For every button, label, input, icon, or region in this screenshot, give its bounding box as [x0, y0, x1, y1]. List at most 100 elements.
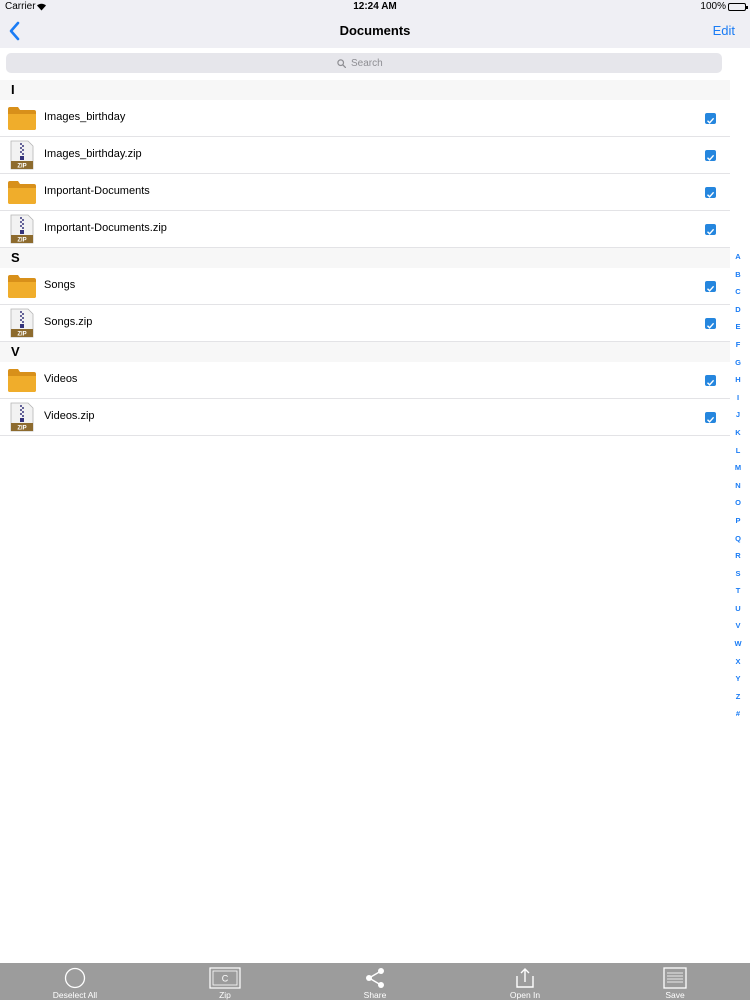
checkbox[interactable]	[705, 281, 716, 292]
item-name: Videos.zip	[44, 410, 95, 422]
index-letter-e[interactable]: E	[731, 322, 745, 340]
index-letter-r[interactable]: R	[731, 551, 745, 569]
index-letter-hash[interactable]: #	[731, 709, 745, 727]
search-icon	[337, 58, 346, 68]
list-item[interactable]: Songs	[0, 268, 730, 305]
folder-icon	[8, 275, 36, 298]
save-icon	[663, 967, 687, 989]
index-letter-u[interactable]: U	[731, 604, 745, 622]
search-area	[0, 48, 730, 78]
item-name: Important-Documents.zip	[44, 222, 167, 234]
checkmark-icon	[707, 416, 715, 423]
checkbox[interactable]	[705, 187, 716, 198]
index-letter-p[interactable]: P	[731, 516, 745, 534]
circle-icon	[64, 967, 86, 989]
share-icon	[366, 968, 384, 988]
checkbox[interactable]	[705, 150, 716, 161]
index-letter-t[interactable]: T	[731, 586, 745, 604]
back-button[interactable]	[6, 20, 26, 42]
index-letter-z[interactable]: Z	[731, 692, 745, 710]
list-item[interactable]: ZIP Images_birthday.zip	[0, 137, 730, 174]
index-letter-i[interactable]: I	[731, 393, 745, 411]
checkbox[interactable]	[705, 412, 716, 423]
item-name: Images_birthday.zip	[44, 148, 142, 160]
search-input[interactable]	[351, 57, 391, 69]
status-time: 12:24 AM	[353, 1, 397, 12]
index-letter-m[interactable]: M	[731, 463, 745, 481]
save-label: Save	[665, 990, 685, 1000]
save-button[interactable]: Save	[615, 963, 735, 1000]
index-letter-h[interactable]: H	[731, 375, 745, 393]
deselect-all-button[interactable]: Deselect All	[15, 963, 135, 1000]
edit-button[interactable]: Edit	[713, 23, 735, 38]
zip-label: Zip	[219, 990, 231, 1000]
index-letter-l[interactable]: L	[731, 446, 745, 464]
checkmark-icon	[707, 117, 715, 124]
index-letter-y[interactable]: Y	[731, 674, 745, 692]
section-header-v: V	[0, 342, 730, 362]
item-name: Videos	[44, 373, 78, 385]
zip-badge: ZIP	[17, 164, 26, 170]
checkmark-icon	[707, 191, 715, 198]
index-letter-n[interactable]: N	[731, 481, 745, 499]
checkmark-icon	[707, 228, 715, 235]
section-index: A B C D E F G H I J K L M N O P Q R S T …	[731, 252, 745, 727]
item-name: Important-Documents	[44, 185, 150, 197]
zip-file-icon: ZIP	[10, 308, 34, 338]
search-bar[interactable]	[6, 53, 722, 73]
share-label: Share	[363, 990, 387, 1000]
zip-file-icon: ZIP	[10, 402, 34, 432]
checkmark-icon	[707, 154, 715, 161]
checkbox[interactable]	[705, 375, 716, 386]
open-in-label: Open In	[509, 990, 541, 1000]
checkbox[interactable]	[705, 224, 716, 235]
share-button[interactable]: Share	[315, 963, 435, 1000]
index-letter-g[interactable]: G	[731, 358, 745, 376]
list-item[interactable]: Important-Documents	[0, 174, 730, 211]
list-item[interactable]: ZIP Important-Documents.zip	[0, 211, 730, 248]
folder-icon	[8, 107, 36, 130]
item-name: Images_birthday	[44, 111, 126, 123]
zip-badge: ZIP	[17, 426, 26, 432]
index-letter-j[interactable]: J	[731, 410, 745, 428]
checkmark-icon	[707, 379, 715, 386]
zip-button[interactable]: C Zip	[165, 963, 285, 1000]
open-in-button[interactable]: Open In	[465, 963, 585, 1000]
zip-file-icon: ZIP	[10, 140, 34, 170]
page-title: Documents	[339, 23, 411, 38]
index-letter-q[interactable]: Q	[731, 534, 745, 552]
item-name: Songs	[44, 279, 76, 291]
deselect-all-label: Deselect All	[52, 990, 98, 1000]
item-name: Songs.zip	[44, 316, 93, 328]
list-item[interactable]: ZIP Videos.zip	[0, 399, 730, 436]
checkmark-icon	[707, 322, 715, 329]
index-letter-d[interactable]: D	[731, 305, 745, 323]
checkmark-icon	[707, 285, 715, 292]
index-letter-b[interactable]: B	[731, 270, 745, 288]
index-letter-f[interactable]: F	[731, 340, 745, 358]
index-letter-c[interactable]: C	[731, 287, 745, 305]
index-letter-o[interactable]: O	[731, 498, 745, 516]
status-bar: Carrier 12:24 AM 100%	[0, 0, 750, 14]
section-header-s: S	[0, 248, 730, 268]
list-item[interactable]: ZIP Songs.zip	[0, 305, 730, 342]
folder-icon	[8, 181, 36, 204]
battery-icon	[728, 3, 748, 11]
index-letter-k[interactable]: K	[731, 428, 745, 446]
battery-percent: 100%	[700, 1, 726, 12]
index-letter-s[interactable]: S	[731, 569, 745, 587]
checkbox[interactable]	[705, 318, 716, 329]
chevron-left-icon	[9, 21, 20, 41]
list-item[interactable]: Videos	[0, 362, 730, 399]
index-letter-x[interactable]: X	[731, 657, 745, 675]
index-letter-w[interactable]: W	[731, 639, 745, 657]
list-item[interactable]: Images_birthday	[0, 100, 730, 137]
file-list: I Images_birthday ZIP Images_birthday.zi…	[0, 80, 730, 436]
open-in-icon	[516, 968, 534, 988]
index-letter-v[interactable]: V	[731, 621, 745, 639]
index-letter-a[interactable]: A	[731, 252, 745, 270]
navigation-bar: Documents Edit	[0, 14, 750, 48]
compress-icon: C	[209, 967, 241, 989]
checkbox[interactable]	[705, 113, 716, 124]
svg-text:C: C	[222, 974, 229, 984]
